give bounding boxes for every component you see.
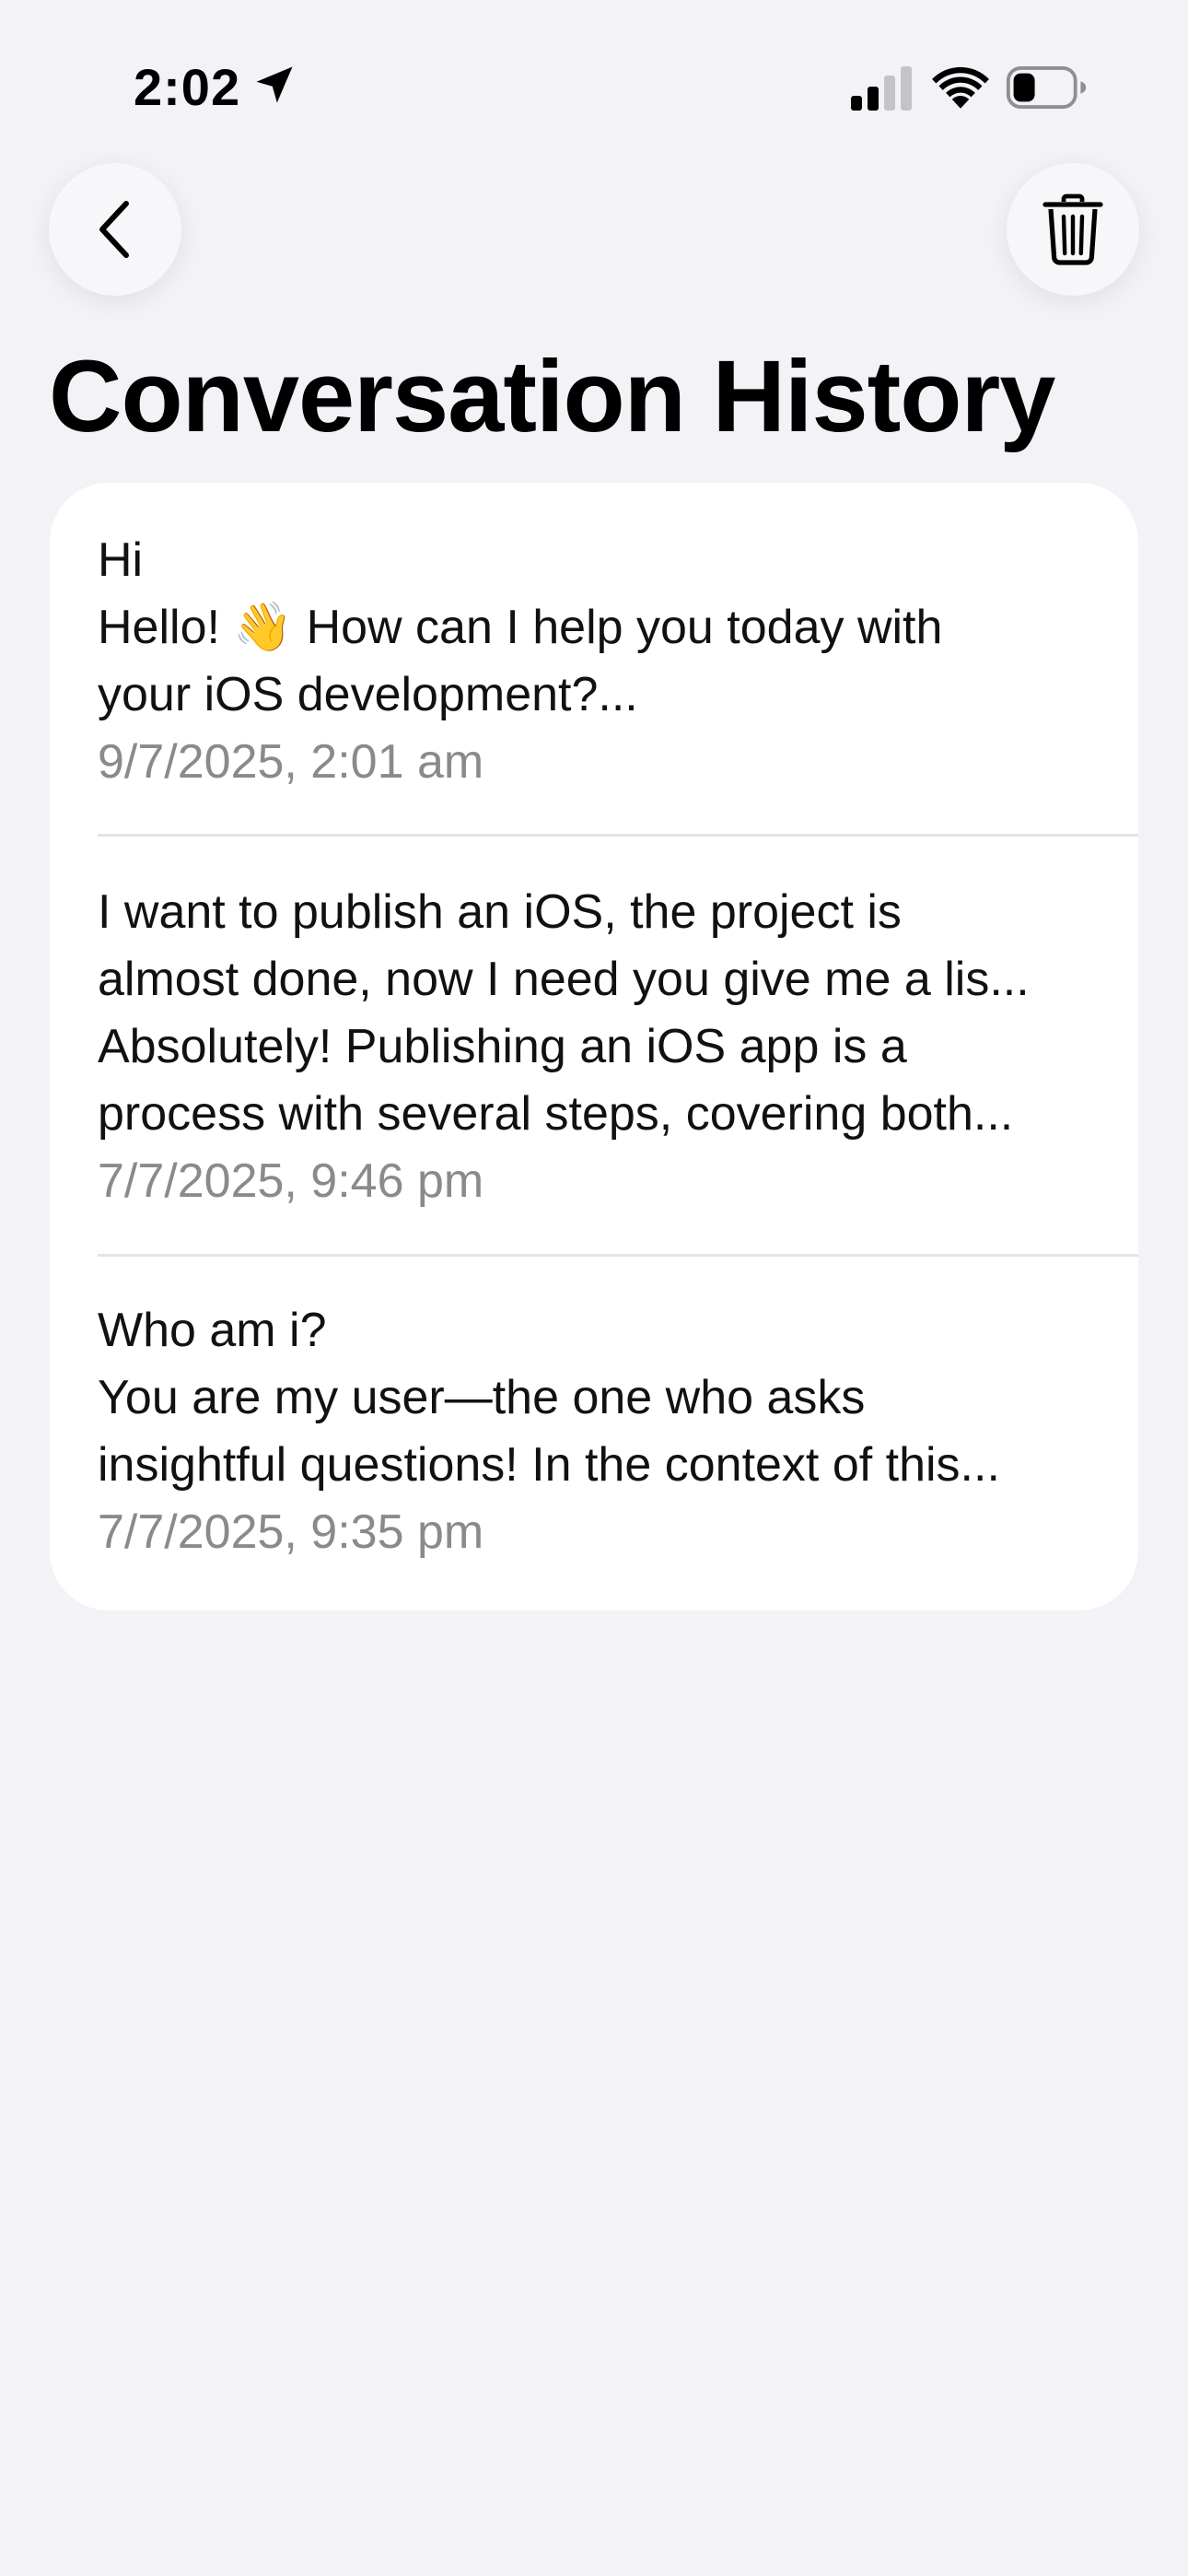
delete-history-button[interactable]: [1007, 163, 1139, 296]
conversation-item[interactable]: Who am i? You are my user—the one who as…: [98, 1297, 1092, 1566]
conversation-reply-preview: insightful questions! In the context of …: [98, 1438, 1000, 1492]
cellular-signal-icon: [851, 66, 912, 111]
conversation-prompt: Who am i?: [98, 1304, 327, 1357]
status-bar: 2:02: [0, 0, 1188, 175]
conversation-date: 7/7/2025, 9:35 pm: [98, 1505, 484, 1559]
location-arrow-icon: [256, 66, 293, 103]
conversation-prompt: almost done, now I need you give me a li…: [98, 953, 1030, 1006]
conversation-item[interactable]: I want to publish an iOS, the project is…: [98, 879, 1092, 1215]
conversation-prompt: Hi: [98, 533, 144, 587]
conversation-reply-preview: Hello! 👋 How can I help you today with: [98, 601, 943, 654]
page-title: Conversation History: [49, 340, 1055, 453]
chevron-left-icon: [99, 201, 129, 258]
battery-icon: [1006, 66, 1087, 109]
conversation-reply-preview: process with several steps, covering bot…: [98, 1087, 1014, 1141]
back-button[interactable]: [49, 163, 181, 296]
trash-icon: [1042, 193, 1103, 265]
divider: [98, 834, 1138, 837]
wifi-icon: [932, 66, 989, 109]
conversation-reply-preview: your iOS development?...: [98, 668, 638, 721]
status-time: 2:02: [134, 58, 241, 116]
conversation-list: Hi Hello! 👋 How can I help you today wit…: [50, 483, 1138, 1610]
conversation-date: 7/7/2025, 9:46 pm: [98, 1154, 484, 1208]
conversation-reply-preview: You are my user—the one who asks: [98, 1371, 866, 1424]
divider: [98, 1254, 1138, 1257]
conversation-reply-preview: Absolutely! Publishing an iOS app is a: [98, 1020, 907, 1073]
conversation-prompt: I want to publish an iOS, the project is: [98, 885, 902, 939]
conversation-item[interactable]: Hi Hello! 👋 How can I help you today wit…: [98, 527, 1092, 796]
conversation-date: 9/7/2025, 2:01 am: [98, 735, 484, 789]
